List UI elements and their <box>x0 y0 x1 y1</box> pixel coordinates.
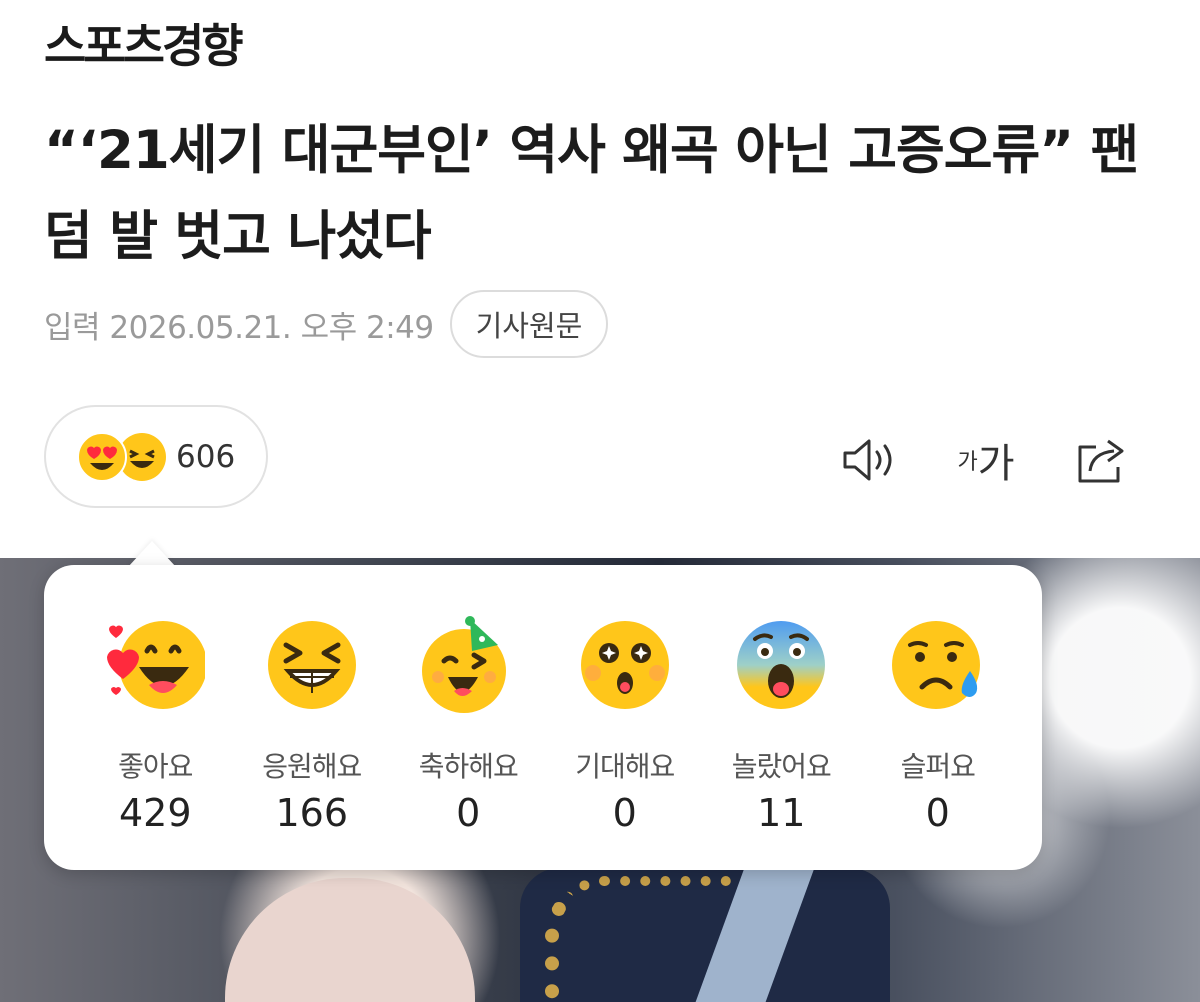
font-large-glyph: 가 <box>977 441 1015 487</box>
reaction-count: 11 <box>757 791 806 835</box>
reaction-count: 0 <box>925 791 950 835</box>
popup-pointer <box>128 541 176 567</box>
reaction-popup: 좋아요 429 응원해요 166 축하해요 0 기대해요 0 놀랐어요 11 슬… <box>44 565 1042 870</box>
cheer-face-icon <box>267 621 356 709</box>
article-title: “‘21세기 대군부인’ 역사 왜곡 아닌 고증오류” 팬덤 발 벗고 나섰다 <box>44 120 1139 267</box>
reaction-surprised[interactable]: 놀랐어요 11 <box>703 615 860 835</box>
speaker-icon[interactable] <box>840 430 900 490</box>
photo-figure-left <box>225 878 475 1002</box>
reaction-sad[interactable]: 슬퍼요 0 <box>860 615 1017 835</box>
reaction-count: 429 <box>118 791 192 835</box>
original-article-button[interactable]: 기사원문 <box>449 290 609 358</box>
reaction-count: 0 <box>456 791 481 835</box>
reaction-count: 166 <box>275 791 349 835</box>
article-toolbar: 가가 <box>784 430 1132 490</box>
reaction-label: 슬퍼요 <box>900 750 976 783</box>
photo-gold-cords <box>545 876 735 1002</box>
reaction-summary-icons <box>76 431 168 483</box>
party-face-icon <box>422 616 507 713</box>
reaction-cheer[interactable]: 응원해요 166 <box>234 615 391 835</box>
reaction-label: 응원해요 <box>262 750 362 783</box>
reaction-count: 0 <box>612 791 637 835</box>
love-face-icon <box>107 621 206 709</box>
reaction-like[interactable]: 좋아요 429 <box>77 615 234 835</box>
reaction-label: 축하해요 <box>418 750 519 783</box>
font-size-icon[interactable]: 가가 <box>956 430 1016 490</box>
reaction-label: 놀랐어요 <box>731 750 832 783</box>
reaction-list: 좋아요 429 응원해요 166 축하해요 0 기대해요 0 놀랐어요 11 슬… <box>44 615 1042 835</box>
reaction-label: 기대해요 <box>575 750 675 783</box>
reaction-summary-button[interactable]: 606 <box>44 405 268 508</box>
reaction-congrats[interactable]: 축하해요 0 <box>390 615 547 835</box>
shocked-face-icon <box>737 621 826 709</box>
heart-eyes-icon <box>77 431 127 482</box>
reaction-total-count: 606 <box>176 438 236 475</box>
reaction-expect[interactable]: 기대해요 0 <box>547 615 704 835</box>
share-icon[interactable] <box>1072 430 1132 490</box>
sad-face-icon <box>891 621 980 709</box>
article-meta: 입력 2026.05.21. 오후 2:49 기사원문 <box>44 290 609 358</box>
font-small-glyph: 가 <box>957 450 978 475</box>
sparkle-eyes-face-icon <box>580 621 669 709</box>
reaction-label: 좋아요 <box>118 750 193 783</box>
site-logo[interactable]: 스포츠경향 <box>44 10 244 76</box>
publish-date: 입력 2026.05.21. 오후 2:49 <box>44 309 434 346</box>
